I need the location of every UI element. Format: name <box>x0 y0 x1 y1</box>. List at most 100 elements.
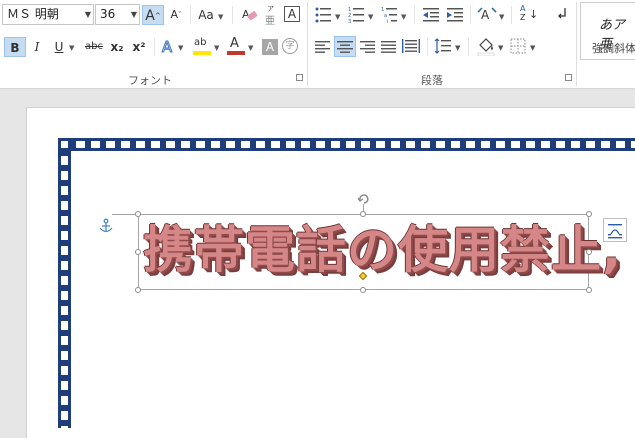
align-right-icon <box>360 41 375 53</box>
rotate-handle-icon[interactable] <box>357 191 371 205</box>
sort-button[interactable]: A Z ↓ <box>518 4 538 26</box>
font-size-combo[interactable]: 36 ▼ <box>95 4 140 25</box>
separator <box>232 6 233 24</box>
chevron-down-icon: ▼ <box>455 44 461 52</box>
svg-text:3: 3 <box>348 19 351 24</box>
highlight-icon: ab <box>194 37 207 48</box>
grow-font-icon: A <box>145 8 155 24</box>
resize-handle-bottom-right[interactable] <box>586 287 592 293</box>
chevron-down-icon: ▼ <box>178 44 184 52</box>
line-spacing-button[interactable] <box>434 37 452 55</box>
chevron-down-icon: ▼ <box>218 13 224 21</box>
separator <box>576 2 577 86</box>
separator <box>190 6 191 24</box>
strikethrough-button[interactable]: abc <box>82 37 106 57</box>
resize-handle-right[interactable] <box>586 249 592 255</box>
underline-button[interactable]: U <box>50 37 68 57</box>
decrease-indent-icon <box>423 8 439 22</box>
increase-indent-icon <box>447 8 463 22</box>
line-spacing-icon <box>434 38 451 54</box>
font-name-combo[interactable]: ＭＳ 明朝 ▼ <box>2 4 94 25</box>
chevron-down-icon: ▼ <box>84 10 91 19</box>
show-marks-button[interactable] <box>555 6 569 22</box>
align-left-button[interactable] <box>315 39 331 53</box>
highlight-color-bar <box>193 51 211 55</box>
justify-icon <box>381 41 396 53</box>
char-shading-button[interactable]: A <box>262 39 278 55</box>
resize-handle-left[interactable] <box>135 249 141 255</box>
page-border-top <box>58 138 635 151</box>
style-gallery-item[interactable]: あア亜 強調斜体 <box>580 2 635 60</box>
chevron-down-icon: ▼ <box>248 44 254 52</box>
paint-bucket-icon <box>477 38 495 57</box>
clear-formatting-button[interactable]: A <box>240 5 260 25</box>
font-color-icon: A <box>230 36 239 51</box>
separator <box>307 2 308 86</box>
resize-handle-top-left[interactable] <box>135 211 141 217</box>
change-case-icon: Aa <box>198 8 214 22</box>
char-border-button[interactable]: A <box>284 6 300 22</box>
wordart-text[interactable]: 携帯電話の使用禁止, <box>143 206 621 294</box>
superscript-button[interactable]: x² <box>129 37 149 57</box>
highlight-button[interactable]: ab <box>192 36 212 58</box>
bullets-button[interactable] <box>315 6 333 24</box>
chevron-down-icon: ▼ <box>530 44 536 52</box>
superscript-icon: x² <box>132 40 146 54</box>
svg-text:i: i <box>387 19 388 24</box>
resize-handle-top-right[interactable] <box>586 211 592 217</box>
layout-options-button[interactable] <box>603 218 627 242</box>
align-left-icon <box>315 41 330 53</box>
distributed-icon <box>402 39 420 53</box>
enclosed-char-icon: 字 <box>285 41 295 51</box>
paragraph-dialog-launcher[interactable] <box>565 74 572 81</box>
italic-button[interactable]: I <box>28 37 46 57</box>
grow-font-button[interactable]: A^ <box>142 5 164 25</box>
ribbon: ＭＳ 明朝 ▼ 36 ▼ A^ Aˇ Aa ▼ A ア 亜 A B I U ▼ <box>0 0 635 89</box>
sort-z-icon: Z <box>520 13 526 22</box>
subscript-icon: x₂ <box>110 40 124 54</box>
resize-handle-bottom[interactable] <box>360 287 366 293</box>
phonetic-guide-button[interactable]: ア 亜 <box>262 5 282 27</box>
bold-button[interactable]: B <box>4 37 26 57</box>
multilevel-list-button[interactable]: 1 a i <box>381 6 399 25</box>
decrease-indent-button[interactable] <box>422 6 440 24</box>
font-color-bar <box>227 51 245 55</box>
char-border-icon: A <box>287 7 297 21</box>
increase-indent-button[interactable] <box>446 6 464 24</box>
font-dialog-launcher[interactable] <box>296 74 303 81</box>
font-group-label: フォント <box>128 74 172 87</box>
separator <box>414 6 415 24</box>
enclosed-char-button[interactable]: 字 <box>282 38 298 54</box>
resize-handle-bottom-left[interactable] <box>135 287 141 293</box>
chevron-down-icon: ▼ <box>335 13 341 21</box>
char-shading-icon: A <box>265 40 275 54</box>
svg-text:A: A <box>242 8 250 21</box>
align-center-button[interactable] <box>334 36 356 57</box>
font-size-value: 36 <box>100 7 116 21</box>
text-direction-button[interactable]: A <box>477 5 497 25</box>
distributed-button[interactable] <box>402 38 420 54</box>
align-right-button[interactable] <box>360 39 376 53</box>
text-effects-button[interactable]: A <box>158 37 176 57</box>
separator <box>468 38 469 56</box>
chevron-down-icon: ▼ <box>368 13 374 21</box>
chevron-down-icon: ▼ <box>498 44 504 52</box>
paragraph-mark-icon <box>558 8 566 19</box>
separator <box>154 38 155 56</box>
chevron-down-icon: ▼ <box>401 13 407 21</box>
text-effects-icon: A <box>161 38 173 57</box>
shading-button[interactable] <box>476 36 496 58</box>
svg-text:A: A <box>481 8 490 22</box>
borders-button[interactable] <box>510 38 526 54</box>
subscript-button[interactable]: x₂ <box>107 37 127 57</box>
change-case-button[interactable]: Aa <box>195 5 217 25</box>
anchor-icon[interactable] <box>98 218 114 234</box>
style-name: 強調斜体 <box>592 42 635 55</box>
shrink-font-button[interactable]: Aˇ <box>166 5 186 25</box>
justify-button[interactable] <box>381 39 397 53</box>
numbering-button[interactable]: 1 2 3 <box>348 6 366 25</box>
phonetic-guide-icon: 亜 <box>265 16 275 27</box>
align-center-icon <box>337 41 353 53</box>
font-color-button[interactable]: A <box>226 36 246 58</box>
resize-handle-top[interactable] <box>360 211 366 217</box>
